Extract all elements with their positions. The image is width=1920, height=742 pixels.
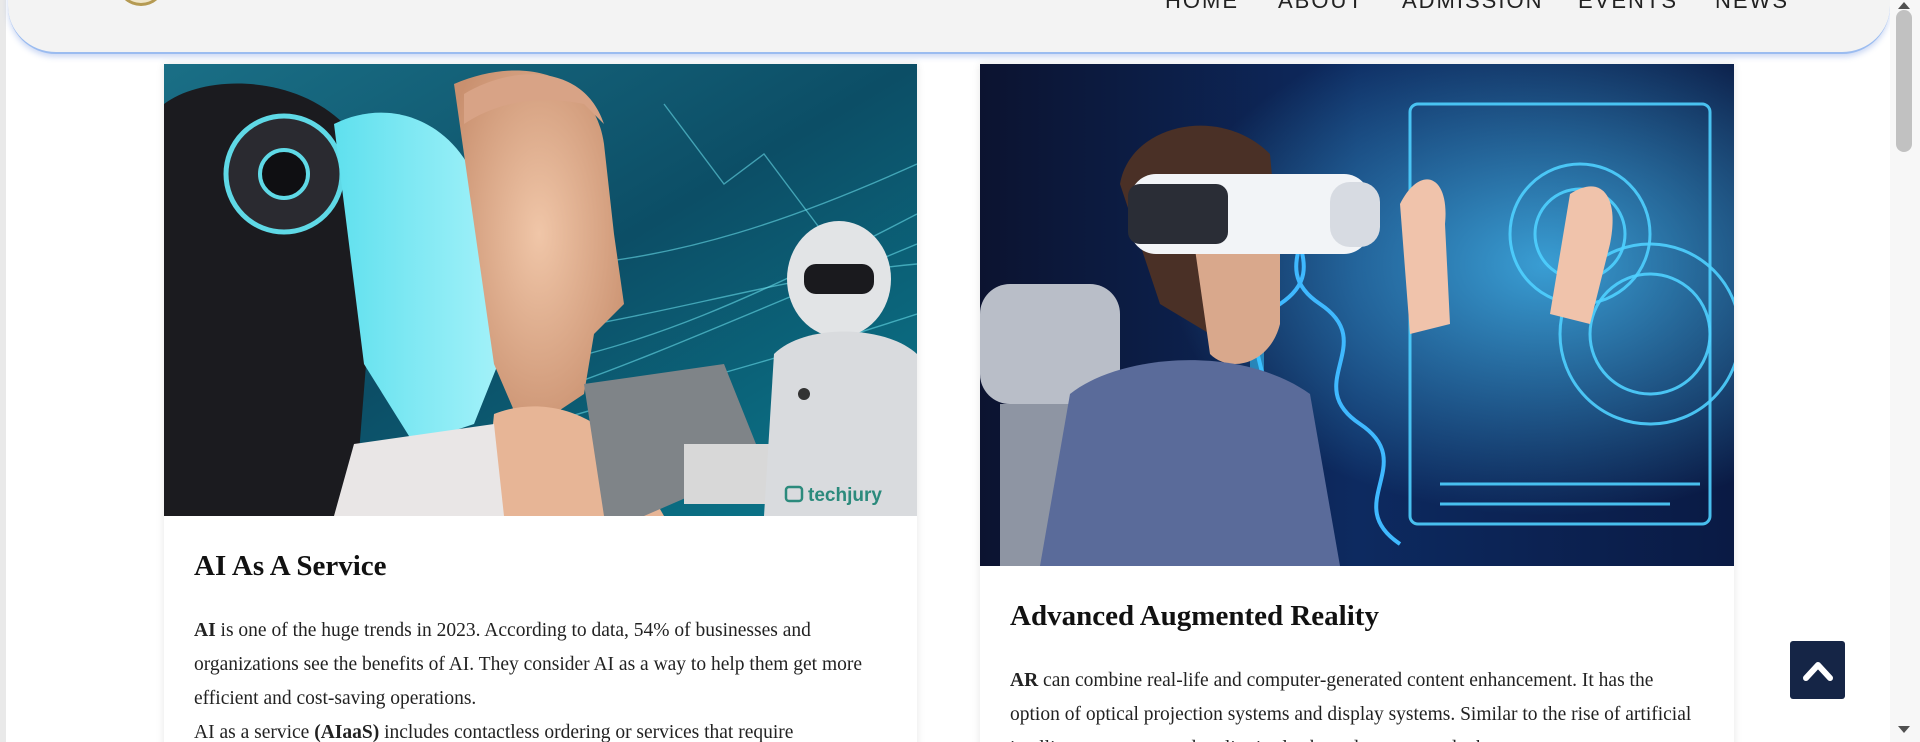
nav-admission-link[interactable]: ADMISSION — [1402, 0, 1543, 14]
nav-about-link[interactable]: ABOUT — [1278, 0, 1364, 14]
scroll-up-arrow[interactable] — [1898, 2, 1910, 9]
card-augmented-reality: Advanced Augmented Reality AR can combin… — [980, 64, 1734, 742]
card-text-augmented-reality: AR can combine real-life and computer-ge… — [1010, 664, 1700, 742]
scroll-to-top-button[interactable] — [1790, 641, 1845, 699]
techjury-watermark: techjury — [808, 485, 882, 506]
card-text-ai-service: AI is one of the huge trends in 2023. Ac… — [194, 614, 884, 742]
ar-paragraph-1: can combine real-life and computer-gener… — [1010, 670, 1692, 742]
card-title-augmented-reality: Advanced Augmented Reality — [1010, 600, 1379, 632]
nav-news-link[interactable]: NEWS — [1715, 0, 1789, 14]
page: HOME ABOUT ADMISSION EVENTS NEWS techjur… — [0, 0, 1920, 742]
chevron-up-icon — [1802, 662, 1833, 681]
scrollbar-thumb[interactable] — [1896, 10, 1912, 152]
ai-term: AI — [194, 620, 216, 641]
scroll-down-arrow[interactable] — [1898, 726, 1910, 733]
ai-service-image: techjury — [164, 64, 917, 516]
ai-paragraph-2-end: includes contactless ordering or service… — [379, 722, 794, 742]
ai-paragraph-1: is one of the huge trends in 2023. Accor… — [194, 620, 863, 709]
card-title-ai-service: AI As A Service — [194, 550, 387, 582]
card-ai-as-a-service: techjury AI As A Service AI is one of th… — [164, 64, 917, 742]
nav-home-link[interactable]: HOME — [1165, 0, 1239, 14]
ai-paragraph-2-start: AI as a service — [194, 722, 315, 742]
page-edge — [0, 0, 6, 742]
page-scrollbar[interactable] — [1890, 0, 1920, 742]
aiaas-term: (AIaaS) — [314, 722, 380, 742]
augmented-reality-image — [980, 64, 1734, 566]
nav-events-link[interactable]: EVENTS — [1578, 0, 1678, 14]
ar-term: AR — [1010, 670, 1039, 691]
